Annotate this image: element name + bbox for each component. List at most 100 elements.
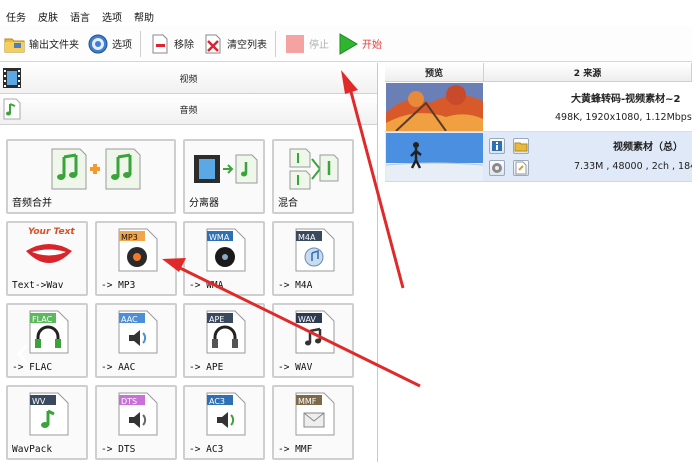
toolbar-separator [140,30,141,57]
remove-label: 移除 [174,40,194,51]
folder-icon [4,33,26,55]
clear-list-button[interactable]: 清空列表 [198,28,271,60]
category-audio[interactable]: 音频 [0,94,377,125]
splitter-icon [194,154,258,184]
ape-badge: APE [209,315,225,324]
m4a-badge: M4A [298,233,316,242]
stop-button[interactable]: 停止 [280,28,333,60]
wma-badge: WMA [209,233,230,242]
remove-button[interactable]: 移除 [145,28,198,60]
folder-icon [514,142,528,152]
category-video[interactable]: 视频 [0,63,377,94]
tile-to-ac3-label: -> AC3 [189,444,224,455]
tile-to-mmf-label: -> MMF [278,444,313,455]
tile-to-m4a[interactable]: M4A -> M4A [272,221,354,296]
file-row-selected[interactable]: 视频素材（总） 7.33M , 48000 , 2ch , 184 [385,132,692,182]
column-source[interactable]: 2 来源 [484,63,692,81]
menu-language[interactable]: 语言 [70,9,90,24]
menu-task[interactable]: 任务 [6,9,26,24]
tile-to-mp3-label: -> MP3 [101,280,136,291]
tile-to-mp3[interactable]: MP3 -> MP3 [95,221,177,296]
menu-help[interactable]: 帮助 [134,9,154,24]
start-label: 开始 [362,40,382,51]
tile-to-wma[interactable]: WMA -> WMA [183,221,265,296]
file-info: 498K, 1920x1080, 1.12Mbps, [555,112,692,123]
tile-to-dts[interactable]: DTS -> DTS [95,385,177,460]
menu-options[interactable]: 选项 [102,9,122,24]
output-folder-button[interactable]: 输出文件夹 [0,28,83,60]
info-button[interactable] [489,138,505,154]
tile-text-to-wav[interactable]: Your Text Text->Wav [6,221,88,296]
clear-doc-icon [202,33,224,55]
preview-thumbnail-walker [386,133,483,181]
wv-badge: WV [32,397,46,406]
file-row[interactable]: 大黄蜂转码-视频素材~2 498K, 1920x1080, 1.12Mbps, [385,82,692,132]
tile-to-wav-label: -> WAV [278,362,313,373]
tile-mix-label: 混合 [278,198,298,209]
options-label: 选项 [112,40,132,51]
tile-to-aac-label: -> AAC [101,362,136,373]
clear-list-label: 清空列表 [227,40,267,51]
category-video-label: 视频 [179,74,198,85]
settings-button[interactable] [489,160,505,176]
stop-icon [284,33,306,55]
tile-to-ape-label: -> APE [189,362,224,373]
ac3-badge: AC3 [209,397,226,406]
tool-panel: 视频 音频 音频合并 分离器 混合 Your Text Text->Wav MP… [0,63,378,462]
output-folder-label: 输出文件夹 [29,40,79,51]
remove-doc-icon [149,33,171,55]
toolbar: 输出文件夹 选项 移除 清空列表 停止 开始 [0,26,692,62]
tile-wavpack[interactable]: WV WavPack [6,385,88,460]
options-button[interactable]: 选项 [83,28,136,60]
play-icon [337,32,359,55]
tile-splitter-label: 分离器 [189,198,219,209]
edit-doc-icon [515,161,527,175]
music-note-icon [2,97,22,121]
chevron-left-icon [16,344,29,364]
file-info: 7.33M , 48000 , 2ch , 184 [574,161,692,172]
mp3-badge: MP3 [121,233,138,242]
file-name: 视频素材（总） [613,142,683,153]
file-list-panel: 预览 2 来源 大黄蜂转码-视频素材~2 498K, 1920x1080, 1.… [385,63,692,462]
tile-to-dts-label: -> DTS [101,444,136,455]
aac-badge: AAC [121,315,138,324]
preview-thumbnail-autumn [386,83,483,131]
film-icon [2,66,22,90]
menu-skin[interactable]: 皮肤 [38,9,58,24]
lips-icon [26,244,72,263]
scroll-left-arrow[interactable] [16,343,30,365]
tile-to-wav[interactable]: WAV -> WAV [272,303,354,378]
file-name: 大黄蜂转码-视频素材~2 [571,94,681,105]
tile-wavpack-label: WavPack [12,444,53,455]
tile-to-m4a-label: -> M4A [278,280,313,291]
gear-icon [492,163,502,173]
text-wav-logo: Your Text [28,227,75,237]
open-folder-button[interactable] [513,138,529,154]
stop-label: 停止 [309,40,329,51]
audio-join-icon [51,148,141,190]
info-icon [492,141,502,151]
toolbar-separator [275,30,276,57]
tile-to-ape[interactable]: APE -> APE [183,303,265,378]
category-audio-label: 音频 [179,105,198,116]
tile-mix[interactable]: 混合 [272,139,354,214]
gear-icon [87,33,109,55]
tile-to-mmf[interactable]: MMF -> MMF [272,385,354,460]
tile-to-aac[interactable]: AAC -> AAC [95,303,177,378]
tile-to-ac3[interactable]: AC3 -> AC3 [183,385,265,460]
tile-splitter[interactable]: 分离器 [183,139,265,214]
menu-bar: 任务 皮肤 语言 选项 帮助 [0,6,692,26]
tile-audio-join[interactable]: 音频合并 [6,139,176,214]
mix-icon [289,148,339,190]
tile-to-wma-label: -> WMA [189,280,224,291]
tile-audio-join-label: 音频合并 [12,198,52,209]
dts-badge: DTS [121,397,138,406]
edit-button[interactable] [513,160,529,176]
wav-badge: WAV [298,315,316,324]
flac-badge: FLAC [32,315,53,324]
column-preview[interactable]: 预览 [385,63,484,81]
start-button[interactable]: 开始 [333,28,386,60]
file-list-header: 预览 2 来源 [385,63,692,82]
tile-to-flac[interactable]: FLAC -> FLAC [6,303,88,378]
mmf-badge: MMF [298,397,317,406]
